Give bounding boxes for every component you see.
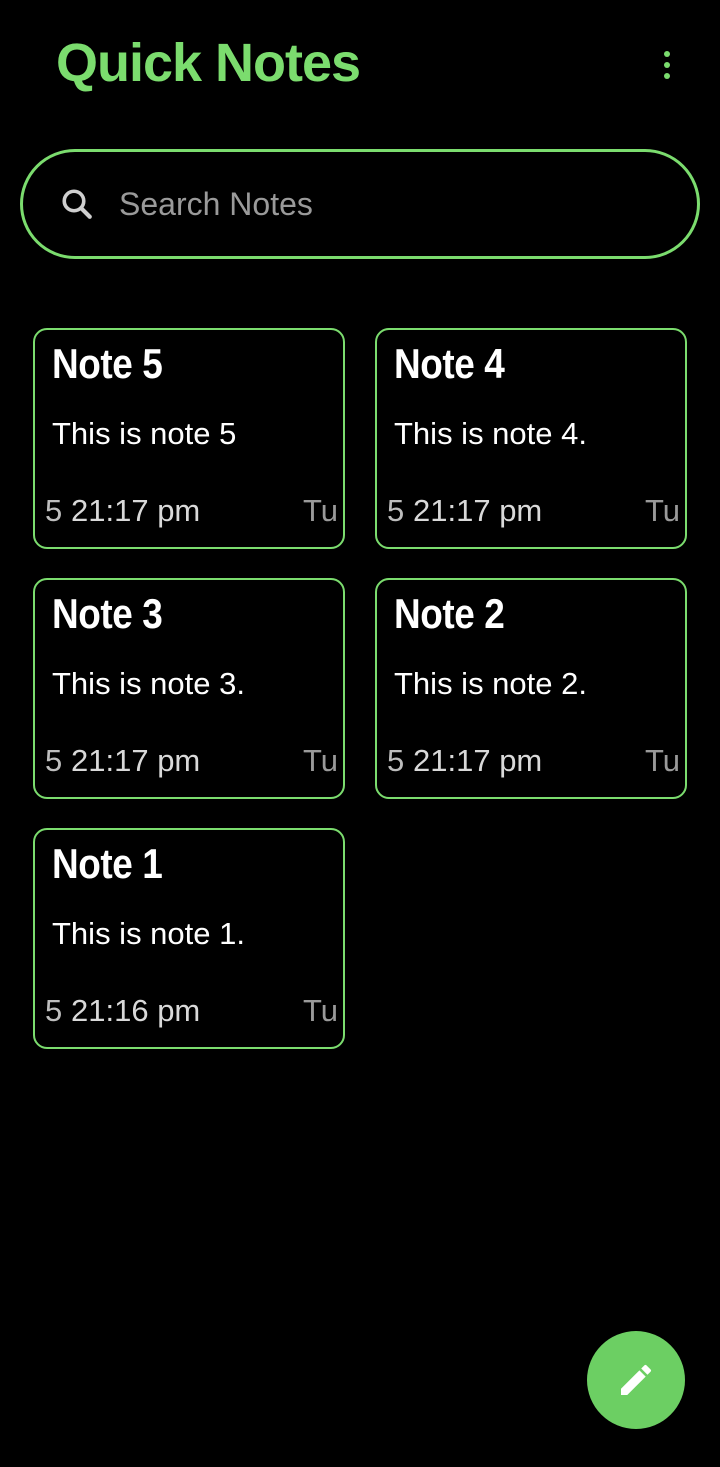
note-timestamp-strip: 5 21:17 pm Tu <box>377 743 685 783</box>
note-card[interactable]: Note 1 This is note 1. 5 21:16 pm Tu <box>33 828 345 1049</box>
more-vertical-icon-dot <box>664 62 670 68</box>
note-timestamp-strip: 5 21:16 pm Tu <box>35 993 343 1033</box>
note-title: Note 2 <box>394 590 505 637</box>
note-day-fragment: Tu <box>303 743 339 778</box>
note-time: 21:16 pm <box>71 993 201 1028</box>
note-timestamp-strip: 5 21:17 pm Tu <box>35 493 343 533</box>
app-title: Quick Notes <box>56 33 361 93</box>
note-date-fragment: 5 <box>45 743 63 778</box>
note-title: Note 4 <box>394 340 505 387</box>
note-date-fragment: 5 <box>387 493 405 528</box>
note-date-fragment: 5 <box>387 743 405 778</box>
note-title: Note 1 <box>52 840 163 887</box>
note-body: This is note 5 <box>52 416 237 451</box>
note-time: 21:17 pm <box>71 493 201 528</box>
search-bar[interactable] <box>20 149 700 259</box>
pencil-icon <box>621 1364 652 1395</box>
note-timestamp-strip: 5 21:17 pm Tu <box>377 493 685 533</box>
more-vertical-icon <box>664 51 670 57</box>
note-day-fragment: Tu <box>303 493 339 528</box>
note-body: This is note 2. <box>394 666 587 701</box>
note-body: This is note 3. <box>52 666 245 701</box>
note-title: Note 5 <box>52 340 163 387</box>
notes-screen: Quick Notes Note 5 This is note 5 5 21:1… <box>0 0 720 1467</box>
note-time: 21:17 pm <box>71 743 201 778</box>
note-date-fragment: 5 <box>45 993 63 1028</box>
new-note-button[interactable] <box>587 1331 685 1429</box>
note-card[interactable]: Note 4 This is note 4. 5 21:17 pm Tu <box>375 328 687 549</box>
note-day-fragment: Tu <box>645 493 681 528</box>
note-time: 21:17 pm <box>413 493 543 528</box>
search-icon <box>62 189 92 219</box>
note-title: Note 3 <box>52 590 163 637</box>
note-day-fragment: Tu <box>645 743 681 778</box>
note-date-fragment: 5 <box>45 493 63 528</box>
note-day-fragment: Tu <box>303 993 339 1028</box>
note-body: This is note 4. <box>394 416 587 451</box>
note-time: 21:17 pm <box>413 743 543 778</box>
note-body: This is note 1. <box>52 916 245 951</box>
note-card[interactable]: Note 2 This is note 2. 5 21:17 pm Tu <box>375 578 687 799</box>
note-timestamp-strip: 5 21:17 pm Tu <box>35 743 343 783</box>
more-vertical-icon-dot <box>664 73 670 79</box>
note-card[interactable]: Note 3 This is note 3. 5 21:17 pm Tu <box>33 578 345 799</box>
search-input[interactable] <box>119 185 639 223</box>
overflow-menu-button[interactable] <box>646 44 688 86</box>
note-card[interactable]: Note 5 This is note 5 5 21:17 pm Tu <box>33 328 345 549</box>
